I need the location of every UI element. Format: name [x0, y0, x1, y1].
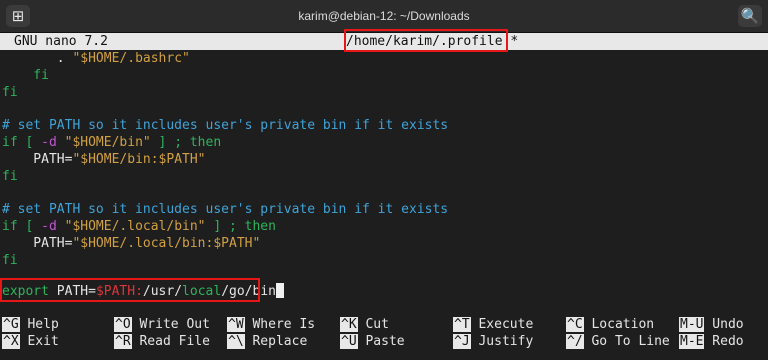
shortcut-label: Go To Line — [583, 334, 670, 349]
code-line: fi — [2, 85, 18, 100]
shortcut-label: Location — [583, 317, 655, 332]
shortcut-item[interactable]: ^C Location — [566, 316, 654, 333]
shortcut-key: ^J — [453, 334, 471, 349]
shortcut-key: ^W — [227, 317, 245, 332]
shortcut-item[interactable]: ^K Cut — [340, 316, 389, 333]
code-line: if [ -d "$HOME/.local/bin" ] ; then — [2, 219, 276, 234]
text-cursor — [275, 283, 284, 298]
shortcut-key: ^C — [566, 317, 584, 332]
shortcut-item[interactable]: ^\ Replace — [227, 333, 307, 350]
shortcut-label: Redo — [704, 334, 744, 349]
shortcut-item[interactable]: ^O Write Out — [114, 316, 210, 333]
shortcut-key: M-E — [679, 334, 705, 349]
search-button[interactable]: 🔍 — [738, 5, 762, 27]
shortcut-label: Cut — [357, 317, 389, 332]
shortcut-key: ^X — [2, 334, 20, 349]
shortcut-item[interactable]: ^G Help — [2, 316, 59, 333]
shortcut-key: ^K — [340, 317, 358, 332]
shortcut-key: ^/ — [566, 334, 584, 349]
terminal-area[interactable]: GNU nano 7.2 /home/karim/.profile * . "$… — [0, 29, 768, 360]
shortcut-item[interactable]: ^R Read File — [114, 333, 210, 350]
code-line: fi — [2, 68, 49, 83]
shortcut-label: Execute — [470, 317, 534, 332]
shortcut-key: ^R — [114, 334, 132, 349]
shortcut-key: ^G — [2, 317, 20, 332]
code-comment: # set PATH so it includes user's private… — [2, 118, 449, 133]
shortcut-label: Undo — [704, 317, 744, 332]
shortcut-key: ^U — [340, 334, 358, 349]
shortcut-label: Replace — [244, 334, 308, 349]
code-line: . "$HOME/.bashrc" — [2, 51, 190, 66]
shortcut-label: Where Is — [244, 317, 316, 332]
code-comment: # set PATH so it includes user's private… — [2, 202, 449, 217]
export-highlight-box — [0, 278, 260, 302]
shortcut-item[interactable]: ^U Paste — [340, 333, 405, 350]
shortcut-label: Write Out — [131, 317, 210, 332]
code-line: if [ -d "$HOME/bin" ] ; then — [2, 135, 222, 150]
code-line: PATH="$HOME/.local/bin:$PATH" — [2, 236, 261, 251]
shortcut-label: Paste — [357, 334, 405, 349]
filename-highlight-box — [344, 29, 508, 52]
shortcut-item[interactable]: ^J Justify — [453, 333, 533, 350]
shortcut-item[interactable]: ^W Where Is — [227, 316, 315, 333]
search-icon: 🔍 — [740, 7, 760, 25]
nano-version: GNU nano 7.2 — [14, 34, 108, 49]
shortcut-label: Justify — [470, 334, 534, 349]
shortcut-item[interactable]: ^T Execute — [453, 316, 533, 333]
shortcut-item[interactable]: ^X Exit — [2, 333, 59, 350]
shortcut-item[interactable]: ^/ Go To Line — [566, 333, 670, 350]
code-line: PATH="$HOME/bin:$PATH" — [2, 152, 206, 167]
shortcut-item[interactable]: M-E Redo — [679, 333, 744, 350]
shortcut-key: ^T — [453, 317, 471, 332]
shortcut-label: Read File — [131, 334, 210, 349]
shortcut-key: ^\ — [227, 334, 245, 349]
code-line: fi — [2, 253, 18, 268]
code-line: fi — [2, 169, 18, 184]
window-title: karim@debian-12: ~/Downloads — [298, 9, 470, 23]
shortcut-key: ^O — [114, 317, 132, 332]
shortcut-item[interactable]: M-U Undo — [679, 316, 744, 333]
shortcut-label: Help — [19, 317, 59, 332]
shortcut-key: M-U — [679, 317, 705, 332]
shortcut-label: Exit — [19, 334, 59, 349]
